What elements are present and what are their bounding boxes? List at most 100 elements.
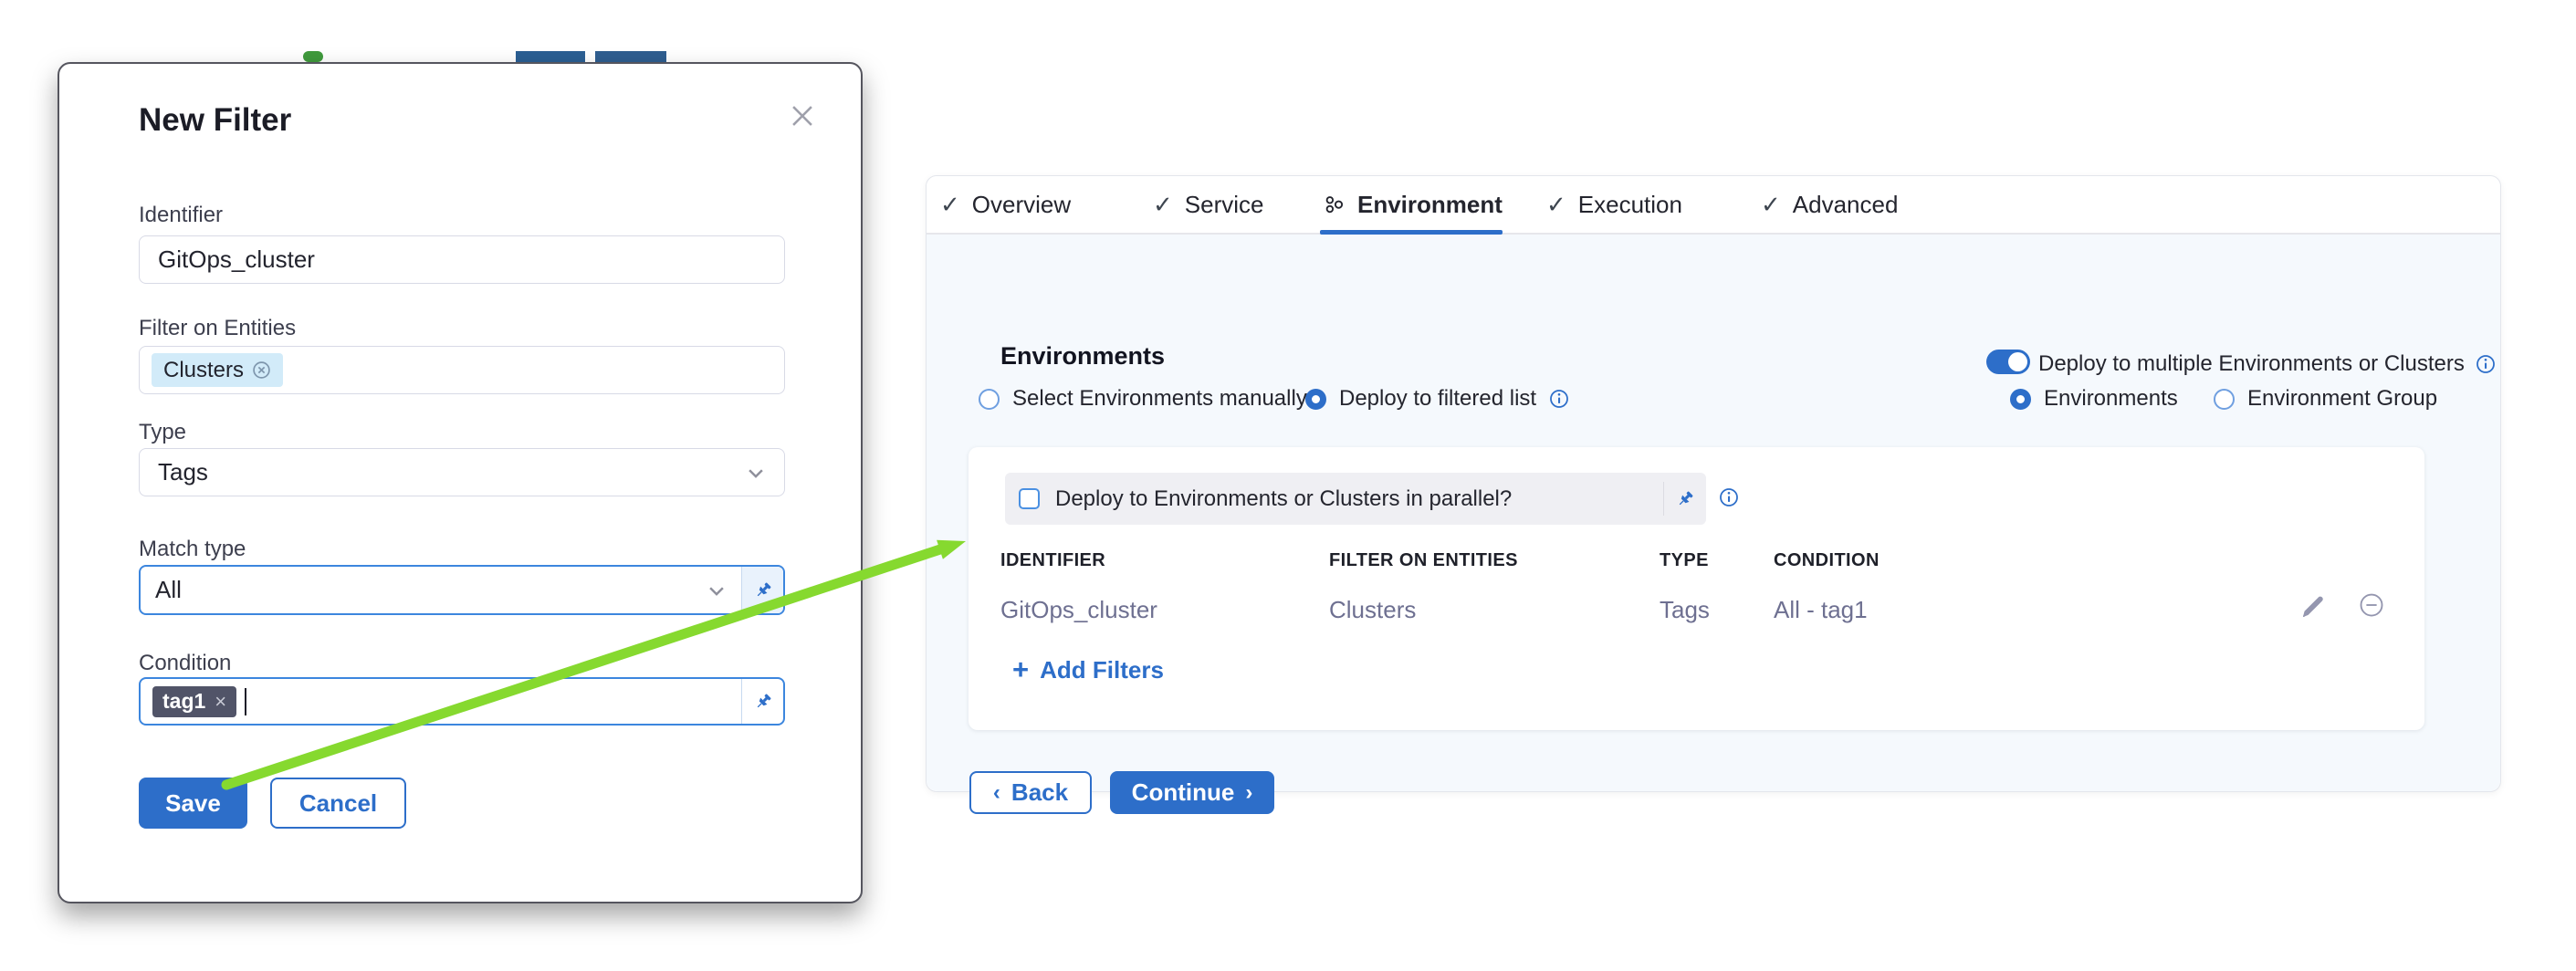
add-filters-button[interactable]: + Add Filters [1012, 653, 1164, 686]
pin-runtime-input-button[interactable] [741, 567, 783, 613]
check-icon: ✓ [1153, 191, 1173, 219]
tab-label: Environment [1357, 191, 1503, 219]
new-filter-modal: New Filter Identifier GitOps_cluster Fil… [58, 62, 863, 903]
toggle-label: Deploy to multiple Environments or Clust… [2038, 351, 2465, 377]
col-header-filter-on-entities: FILTER ON ENTITIES [1329, 550, 1518, 571]
remove-tag-icon[interactable]: × [215, 690, 226, 714]
tab-service[interactable]: ✓ Service [1153, 176, 1264, 233]
modal-title: New Filter [139, 102, 291, 139]
chevron-right-icon: › [1245, 780, 1252, 806]
type-label: Type [139, 420, 186, 445]
chevron-down-icon [707, 580, 727, 600]
row-type: Tags [1660, 596, 1710, 624]
radio-icon[interactable] [2214, 389, 2235, 410]
info-icon[interactable] [1719, 487, 1739, 507]
tab-label: Service [1185, 191, 1264, 219]
filter-on-entities-input[interactable]: Clusters [139, 346, 785, 394]
chevron-left-icon: ‹ [993, 780, 1000, 806]
radio-environment-group[interactable]: Environment Group [2214, 386, 2437, 412]
background-fragment-green [303, 51, 323, 62]
clusters-chip[interactable]: Clusters [152, 353, 283, 387]
radio-label: Select Environments manually [1012, 386, 1307, 412]
deploy-multiple-toggle-label-row: Deploy to multiple Environments or Clust… [2038, 351, 2496, 377]
info-icon[interactable] [1549, 389, 1569, 409]
back-button[interactable]: ‹ Back [969, 771, 1092, 814]
background-fragment-blue-1 [516, 51, 585, 62]
type-select[interactable]: Tags [139, 448, 785, 496]
chevron-down-icon [746, 463, 766, 483]
continue-button-label: Continue [1132, 778, 1235, 807]
environment-section: Environments Select Environments manuall… [927, 235, 2500, 791]
back-button-label: Back [1011, 778, 1068, 807]
tab-overview[interactable]: ✓ Overview [940, 176, 1071, 233]
text-cursor [245, 688, 246, 715]
continue-button[interactable]: Continue › [1110, 771, 1274, 814]
row-condition: All - tag1 [1774, 596, 1868, 624]
remove-chip-icon[interactable] [252, 360, 271, 380]
radio-icon[interactable] [2010, 389, 2031, 410]
filtered-list-card: Deploy to Environments or Clusters in pa… [969, 447, 2424, 730]
match-type-value: All [155, 576, 182, 604]
check-icon: ✓ [940, 191, 960, 219]
tab-label: Overview [972, 191, 1071, 219]
col-header-condition: CONDITION [1774, 550, 1880, 571]
save-button-label: Save [165, 789, 221, 818]
cancel-button[interactable]: Cancel [270, 778, 406, 829]
type-value: Tags [158, 458, 208, 486]
identifier-value: GitOps_cluster [158, 245, 315, 274]
cancel-button-label: Cancel [299, 789, 377, 818]
radio-icon[interactable] [1305, 389, 1326, 410]
save-button[interactable]: Save [139, 778, 247, 829]
tag1-chip-label: tag1 [162, 689, 205, 714]
check-icon: ✓ [1546, 191, 1566, 219]
pin-runtime-input-button[interactable] [1664, 489, 1706, 509]
radio-select-environments-manually[interactable]: Select Environments manually [979, 386, 1307, 412]
close-icon[interactable] [787, 100, 818, 131]
row-filter-on-entities: Clusters [1329, 596, 1416, 624]
condition-label: Condition [139, 651, 231, 676]
stage-tabbar: ✓ Overview ✓ Service Environment ✓ Execu… [927, 176, 2500, 235]
radio-label: Environments [2044, 386, 2178, 412]
filter-on-entities-label: Filter on Entities [139, 316, 296, 341]
tab-label: Advanced [1793, 191, 1899, 219]
tab-label: Execution [1578, 191, 1682, 219]
parallel-deploy-bar: Deploy to Environments or Clusters in pa… [1005, 473, 1706, 525]
pin-icon [753, 692, 773, 712]
remove-minus-circle-icon[interactable] [2358, 591, 2385, 619]
background-fragment-blue-2 [595, 51, 666, 62]
info-icon[interactable] [2476, 354, 2496, 374]
radio-deploy-to-filtered-list[interactable]: Deploy to filtered list [1305, 386, 1569, 412]
page: New Filter Identifier GitOps_cluster Fil… [0, 0, 2576, 971]
radio-label: Environment Group [2247, 386, 2437, 412]
clusters-chip-label: Clusters [163, 358, 244, 383]
row-identifier: GitOps_cluster [1000, 596, 1157, 624]
radio-icon[interactable] [979, 389, 1000, 410]
col-header-identifier: IDENTIFIER [1000, 550, 1105, 571]
radio-label: Deploy to filtered list [1339, 386, 1536, 412]
identifier-label: Identifier [139, 203, 223, 228]
check-icon: ✓ [1761, 191, 1781, 219]
deploy-multiple-toggle[interactable] [1986, 350, 2030, 374]
edit-pencil-icon[interactable] [2299, 593, 2327, 621]
tab-advanced[interactable]: ✓ Advanced [1761, 176, 1898, 233]
toggle-knob [2008, 352, 2027, 371]
radio-environments[interactable]: Environments [2010, 386, 2178, 412]
add-filters-label: Add Filters [1040, 656, 1164, 684]
environment-icon [1323, 193, 1346, 216]
pipeline-stage-panel: ✓ Overview ✓ Service Environment ✓ Execu… [926, 175, 2501, 792]
identifier-input[interactable]: GitOps_cluster [139, 235, 785, 284]
parallel-checkbox[interactable] [1019, 488, 1040, 509]
pin-runtime-input-button[interactable] [741, 679, 783, 724]
parallel-checkbox-label: Deploy to Environments or Clusters in pa… [1055, 486, 1663, 512]
tab-environment[interactable]: Environment [1323, 176, 1503, 233]
match-type-select[interactable]: All [139, 565, 785, 615]
pin-icon [753, 580, 773, 600]
plus-icon: + [1012, 653, 1029, 686]
match-type-label: Match type [139, 537, 246, 562]
tab-execution[interactable]: ✓ Execution [1546, 176, 1682, 233]
tag1-chip[interactable]: tag1 × [152, 686, 236, 717]
pin-icon [1675, 489, 1695, 509]
col-header-type: TYPE [1660, 550, 1709, 571]
condition-input[interactable]: tag1 × [139, 677, 785, 726]
environments-heading: Environments [1000, 342, 1165, 371]
